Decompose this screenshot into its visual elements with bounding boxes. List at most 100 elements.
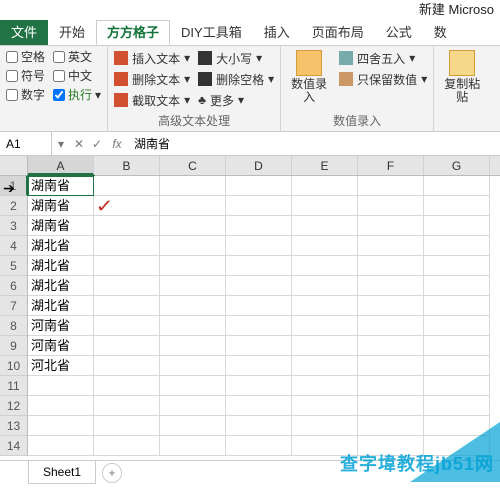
cell-E11[interactable] xyxy=(292,376,358,396)
cell-G12[interactable] xyxy=(424,396,490,416)
cell-G6[interactable] xyxy=(424,276,490,296)
row-header-14[interactable]: 14 xyxy=(0,436,28,456)
cell-F11[interactable] xyxy=(358,376,424,396)
row-header-4[interactable]: 4 xyxy=(0,236,28,256)
col-header-E[interactable]: E xyxy=(292,156,358,175)
chk-blank[interactable]: 空格 xyxy=(6,48,45,65)
cell-C8[interactable] xyxy=(160,316,226,336)
cell-D3[interactable] xyxy=(226,216,292,236)
cell-A1[interactable]: 湖南省 xyxy=(28,176,94,196)
row-header-7[interactable]: 7 xyxy=(0,296,28,316)
row-header-2[interactable]: 2 xyxy=(0,196,28,216)
cell-A11[interactable] xyxy=(28,376,94,396)
cell-E5[interactable] xyxy=(292,256,358,276)
cell-A10[interactable]: 河北省 xyxy=(28,356,94,376)
cell-E9[interactable] xyxy=(292,336,358,356)
chk-cn[interactable]: 中文 xyxy=(53,67,101,84)
cell-C3[interactable] xyxy=(160,216,226,236)
cell-D10[interactable] xyxy=(226,356,292,376)
name-box[interactable]: A1 xyxy=(0,132,52,156)
cell-F12[interactable] xyxy=(358,396,424,416)
chk-number[interactable]: 数字 xyxy=(6,86,45,103)
btn-more[interactable]: ♣ 更多 ▾ xyxy=(198,90,274,110)
cell-A2[interactable]: 湖南省 xyxy=(28,196,94,216)
cell-C9[interactable] xyxy=(160,336,226,356)
cell-B1[interactable] xyxy=(94,176,160,196)
cell-F7[interactable] xyxy=(358,296,424,316)
cell-B10[interactable] xyxy=(94,356,160,376)
btn-insert-text[interactable]: 插入文本 ▾ xyxy=(114,48,190,68)
btn-num-input[interactable]: 数值录 入 xyxy=(287,48,331,113)
cell-F9[interactable] xyxy=(358,336,424,356)
btn-del-space[interactable]: 删除空格 ▾ xyxy=(198,69,274,89)
cell-B11[interactable] xyxy=(94,376,160,396)
cell-D11[interactable] xyxy=(226,376,292,396)
tab-diy[interactable]: DIY工具箱 xyxy=(170,20,253,45)
cell-A8[interactable]: 河南省 xyxy=(28,316,94,336)
cell-D14[interactable] xyxy=(226,436,292,456)
cell-B3[interactable] xyxy=(94,216,160,236)
cell-G10[interactable] xyxy=(424,356,490,376)
cell-E8[interactable] xyxy=(292,316,358,336)
cell-A9[interactable]: 河南省 xyxy=(28,336,94,356)
cell-E13[interactable] xyxy=(292,416,358,436)
row-header-12[interactable]: 12 xyxy=(0,396,28,416)
cell-C10[interactable] xyxy=(160,356,226,376)
cell-B9[interactable] xyxy=(94,336,160,356)
btn-copy-paste[interactable]: 复制粘 贴 xyxy=(440,48,484,106)
cell-C1[interactable] xyxy=(160,176,226,196)
cell-C11[interactable] xyxy=(160,376,226,396)
row-header-8[interactable]: 8 xyxy=(0,316,28,336)
cell-F10[interactable] xyxy=(358,356,424,376)
cell-G9[interactable] xyxy=(424,336,490,356)
cell-D8[interactable] xyxy=(226,316,292,336)
cell-E1[interactable] xyxy=(292,176,358,196)
cell-A13[interactable] xyxy=(28,416,94,436)
cell-G5[interactable] xyxy=(424,256,490,276)
cell-C7[interactable] xyxy=(160,296,226,316)
cell-F3[interactable] xyxy=(358,216,424,236)
col-header-C[interactable]: C xyxy=(160,156,226,175)
cell-A6[interactable]: 湖北省 xyxy=(28,276,94,296)
cell-C14[interactable] xyxy=(160,436,226,456)
row-header-3[interactable]: 3 xyxy=(0,216,28,236)
btn-crop-text[interactable]: 截取文本 ▾ xyxy=(114,90,190,110)
cell-G11[interactable] xyxy=(424,376,490,396)
cell-E6[interactable] xyxy=(292,276,358,296)
cell-G4[interactable] xyxy=(424,236,490,256)
cell-B14[interactable] xyxy=(94,436,160,456)
sheet-tab[interactable]: Sheet1 xyxy=(28,461,96,484)
cell-G1[interactable] xyxy=(424,176,490,196)
add-sheet-button[interactable]: + xyxy=(102,463,122,483)
cell-D6[interactable] xyxy=(226,276,292,296)
cell-B12[interactable] xyxy=(94,396,160,416)
fx-icon[interactable]: fx xyxy=(106,137,128,151)
cell-F4[interactable] xyxy=(358,236,424,256)
cell-G8[interactable] xyxy=(424,316,490,336)
cell-B13[interactable] xyxy=(94,416,160,436)
cell-A7[interactable]: 湖北省 xyxy=(28,296,94,316)
cell-F5[interactable] xyxy=(358,256,424,276)
cell-E4[interactable] xyxy=(292,236,358,256)
cell-F2[interactable] xyxy=(358,196,424,216)
cell-B7[interactable] xyxy=(94,296,160,316)
col-header-A[interactable]: A xyxy=(28,156,94,175)
cell-F1[interactable] xyxy=(358,176,424,196)
cell-B6[interactable] xyxy=(94,276,160,296)
cell-A14[interactable] xyxy=(28,436,94,456)
tab-insert[interactable]: 插入 xyxy=(253,20,301,45)
cell-E12[interactable] xyxy=(292,396,358,416)
cell-E3[interactable] xyxy=(292,216,358,236)
name-dropdown-icon[interactable]: ▾ xyxy=(52,137,70,151)
chk-symbol[interactable]: 符号 xyxy=(6,67,45,84)
btn-delete-text[interactable]: 删除文本 ▾ xyxy=(114,69,190,89)
row-header-13[interactable]: 13 xyxy=(0,416,28,436)
tab-layout[interactable]: 页面布局 xyxy=(301,20,375,45)
tab-ffgz[interactable]: 方方格子 xyxy=(96,20,170,45)
cell-C6[interactable] xyxy=(160,276,226,296)
cell-D12[interactable] xyxy=(226,396,292,416)
cell-F8[interactable] xyxy=(358,316,424,336)
row-header-11[interactable]: 11 xyxy=(0,376,28,396)
cell-A12[interactable] xyxy=(28,396,94,416)
cancel-icon[interactable]: ✕ xyxy=(70,137,88,151)
